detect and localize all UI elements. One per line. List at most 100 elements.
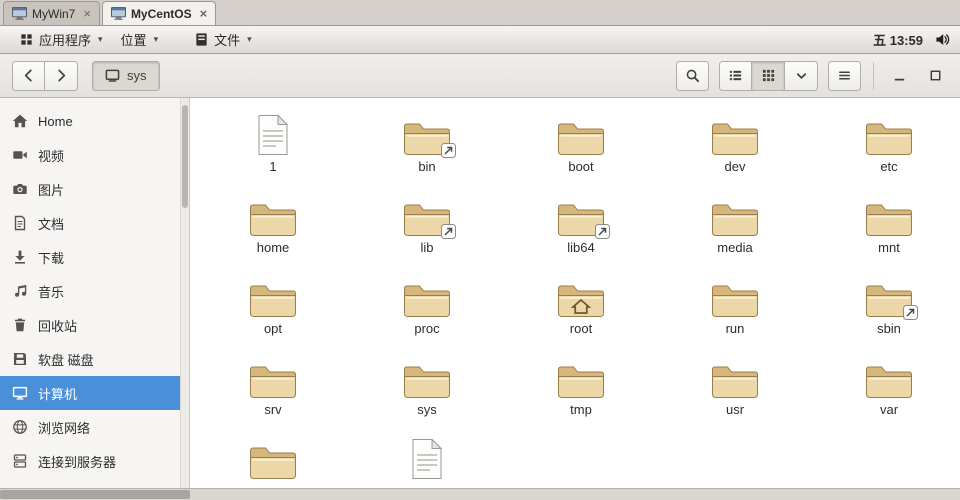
list-view-button[interactable] [719, 60, 752, 91]
sidebar-item-icon [12, 317, 28, 333]
file-item[interactable]: var [816, 353, 960, 434]
view-options-button[interactable] [785, 60, 818, 91]
topbar-menu[interactable]: 文件 ▾ [185, 26, 261, 53]
sidebar-scrollbar[interactable] [180, 98, 189, 488]
sidebar-item[interactable]: 软盘 磁盘 [0, 342, 189, 376]
file-icon [711, 110, 759, 156]
vm-tab[interactable]: MyWin7 × [3, 1, 100, 25]
file-item[interactable]: dev [662, 110, 808, 191]
desktop-top-bar: 应用程序 ▾ 位置 ▾ 文件 ▾ 五 13:59 [0, 26, 960, 54]
list-view-icon [728, 68, 743, 83]
minimize-button[interactable] [886, 63, 912, 89]
folder-icon [250, 366, 296, 398]
caret-down-icon: ▾ [98, 34, 103, 44]
file-item[interactable]: bin [354, 110, 500, 191]
sidebar-item[interactable]: 音乐 [0, 274, 189, 308]
file-item[interactable]: lib [354, 191, 500, 272]
tab-close-icon[interactable]: × [200, 7, 208, 20]
sidebar-scrollbar-thumb[interactable] [182, 105, 188, 208]
file-name: sbin [877, 321, 901, 336]
sidebar-item[interactable]: 浏览网络 [0, 410, 189, 444]
vm-window-icon [12, 6, 27, 21]
file-icon [711, 191, 759, 237]
sidebar-item[interactable]: 下载 [0, 240, 189, 274]
file-item[interactable]: usr [662, 353, 808, 434]
file-name: run [725, 321, 745, 336]
back-button[interactable] [12, 60, 45, 91]
sidebar-item[interactable]: 视频 [0, 138, 189, 172]
vm-tab-label: MyWin7 [32, 6, 76, 21]
file-name: var [879, 402, 899, 417]
file-name: home [256, 240, 290, 255]
file-item[interactable]: opt [200, 272, 346, 353]
search-icon [685, 68, 700, 83]
file-icon [557, 272, 605, 318]
file-item[interactable]: etc [816, 110, 960, 191]
file-icon [249, 434, 297, 480]
file-item[interactable]: boot [508, 110, 654, 191]
file-name: root [569, 321, 593, 336]
tab-close-icon[interactable]: × [83, 7, 91, 20]
sidebar-item-label: 图片 [38, 182, 65, 198]
home-emblem-icon [571, 298, 591, 314]
file-manager-toolbar: sys [0, 54, 960, 98]
folder-icon [404, 366, 450, 398]
file-name: sys [417, 402, 437, 417]
app-menu-button[interactable] [828, 60, 861, 91]
sidebar-item[interactable]: 图片 [0, 172, 189, 206]
topbar-menu[interactable]: 位置 ▾ [112, 26, 168, 53]
file-icon [711, 272, 759, 318]
sidebar-item[interactable]: Home [0, 104, 189, 138]
sidebar-item[interactable]: 文档 [0, 206, 189, 240]
file-item[interactable]: lib64 [508, 191, 654, 272]
volume-icon[interactable] [935, 32, 950, 47]
topbar-status-area: 五 13:59 [873, 30, 950, 49]
grid-view-button[interactable] [752, 60, 785, 91]
file-item[interactable]: srv [200, 353, 346, 434]
topbar-menu[interactable]: 应用程序 ▾ [10, 26, 112, 53]
vm-tab-label: MyCentOS [130, 6, 192, 21]
sidebar-item-icon [12, 419, 28, 435]
forward-icon [54, 68, 69, 83]
sidebar-item[interactable]: 计算机 [0, 376, 189, 410]
file-item[interactable]: root [508, 272, 654, 353]
file-icon [711, 353, 759, 399]
document-icon [258, 114, 289, 155]
file-item[interactable]: 1 [200, 110, 346, 191]
file-icon [865, 110, 913, 156]
clock[interactable]: 五 13:59 [873, 30, 923, 49]
sidebar-item-icon [12, 351, 28, 367]
file-manager-body: Home 视频 图片 文档 下载 音乐 回收站 软盘 磁盘 计算机 浏览网络 连… [0, 98, 960, 488]
forward-button[interactable] [45, 60, 78, 91]
file-icon [865, 191, 913, 237]
file-item[interactable]: sys [354, 353, 500, 434]
file-item[interactable]: proc [354, 272, 500, 353]
toolbar-separator [873, 61, 874, 90]
sidebar-item-label: 文档 [38, 216, 65, 232]
menu-label: 应用程序 [39, 33, 92, 48]
file-item[interactable]: tmp [508, 353, 654, 434]
sidebar-item[interactable]: 连接到服务器 [0, 444, 189, 478]
folder-icon [558, 366, 604, 398]
folder-icon [712, 285, 758, 317]
file-item[interactable]: sbin [816, 272, 960, 353]
file-item[interactable] [200, 434, 346, 488]
horizontal-scrollbar[interactable] [0, 488, 960, 500]
sidebar-item[interactable]: 回收站 [0, 308, 189, 342]
maximize-button[interactable] [922, 63, 948, 89]
file-item[interactable]: home [200, 191, 346, 272]
file-item[interactable] [354, 434, 500, 488]
file-name: srv [264, 402, 282, 417]
folder-icon [250, 285, 296, 317]
search-button[interactable] [676, 60, 709, 91]
file-name: lib [420, 240, 434, 255]
file-item[interactable]: mnt [816, 191, 960, 272]
folder-icon [866, 123, 912, 155]
horizontal-scrollbar-thumb[interactable] [0, 490, 190, 499]
location-button[interactable]: sys [92, 60, 160, 91]
file-icon [557, 191, 610, 239]
file-item[interactable]: run [662, 272, 808, 353]
file-item[interactable]: media [662, 191, 808, 272]
file-name: usr [725, 402, 745, 417]
vm-tab[interactable]: MyCentOS × [101, 1, 217, 25]
